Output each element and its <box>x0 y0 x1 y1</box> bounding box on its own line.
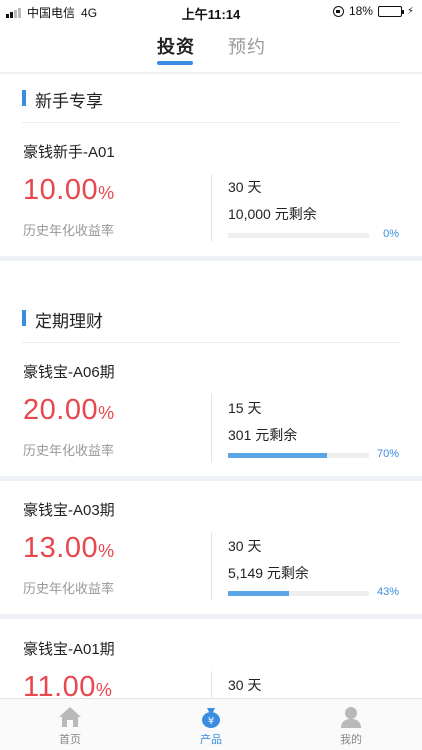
progress-bar <box>228 591 369 596</box>
section-title-fixed: 定期理财 <box>35 312 103 331</box>
nav-product[interactable]: ¥ 产品 <box>171 705 251 747</box>
term: 30 天 <box>228 677 262 693</box>
rate-value: 13.00% <box>23 532 115 565</box>
progress-fill <box>228 453 327 458</box>
section-gap <box>0 256 422 261</box>
rate-label: 历史年化收益率 <box>23 443 115 458</box>
term: 15 天 <box>228 400 262 416</box>
vertical-divider <box>211 394 212 462</box>
rate-unit: % <box>98 541 115 561</box>
remaining-amount: 5,149 元剩余 <box>228 565 309 581</box>
money-bag-icon: ¥ <box>202 708 220 728</box>
nav-label: 产品 <box>200 734 222 746</box>
tab-invest[interactable]: 投资 <box>157 33 195 59</box>
home-icon <box>59 707 81 727</box>
orientation-lock-icon <box>332 5 344 17</box>
rate-unit: % <box>98 403 115 423</box>
top-tabs: 投资 预约 <box>0 30 422 70</box>
battery-icon <box>377 5 404 17</box>
rate-value: 10.00% <box>23 174 115 207</box>
rate-unit: % <box>95 680 113 700</box>
rate-number: 20.00 <box>23 394 99 426</box>
term: 30 天 <box>228 538 262 554</box>
remaining-amount: 301 元剩余 <box>228 427 298 443</box>
tab-reserve[interactable]: 预约 <box>228 33 266 59</box>
progress-bar <box>228 233 369 238</box>
progress-bar <box>228 453 369 458</box>
product-name: 豪钱宝-A06期 <box>23 364 115 381</box>
active-tab-indicator <box>157 61 193 65</box>
section-marker <box>22 310 26 326</box>
svg-text:¥: ¥ <box>208 716 214 727</box>
nav-label: 首页 <box>59 734 81 746</box>
rate-number: 10.00 <box>23 174 99 206</box>
rate-number: 13.00 <box>23 532 99 564</box>
progress-fill <box>228 591 289 596</box>
battery-percent: 18% <box>348 4 373 18</box>
rate-unit: % <box>98 183 115 203</box>
section-marker <box>22 90 26 106</box>
term: 30 天 <box>228 179 262 195</box>
rate-value: 20.00% <box>23 394 115 427</box>
divider <box>22 342 400 343</box>
user-icon <box>341 707 361 728</box>
vertical-divider <box>211 671 212 698</box>
nav-home[interactable]: 首页 <box>30 705 110 747</box>
product-name: 豪钱宝-A01期 <box>23 641 115 658</box>
rate-label: 历史年化收益率 <box>23 581 115 596</box>
vertical-divider <box>211 174 212 242</box>
progress-percent: 70% <box>376 448 399 460</box>
charging-icon: ⚡ <box>406 5 414 17</box>
product-name: 豪钱新手-A01 <box>23 144 115 161</box>
card-gap <box>0 614 422 619</box>
status-bar: 中国电信 4G 上午11:14 18% ⚡ <box>0 0 422 22</box>
status-right: 18% ⚡ <box>332 4 414 18</box>
divider <box>22 122 400 123</box>
remaining-amount: 10,000 元剩余 <box>228 206 317 222</box>
vertical-divider <box>211 532 212 600</box>
nav-label: 我的 <box>340 734 362 746</box>
card-gap <box>0 476 422 481</box>
section-title-newbie: 新手专享 <box>35 92 103 111</box>
bottom-nav: 首页 ¥ 产品 我的 <box>0 698 422 750</box>
header-divider <box>0 72 422 74</box>
nav-mine[interactable]: 我的 <box>311 705 391 747</box>
product-name: 豪钱宝-A03期 <box>23 502 115 519</box>
progress-percent: 43% <box>376 586 399 598</box>
rate-label: 历史年化收益率 <box>23 223 115 238</box>
progress-percent: 0% <box>383 228 399 240</box>
